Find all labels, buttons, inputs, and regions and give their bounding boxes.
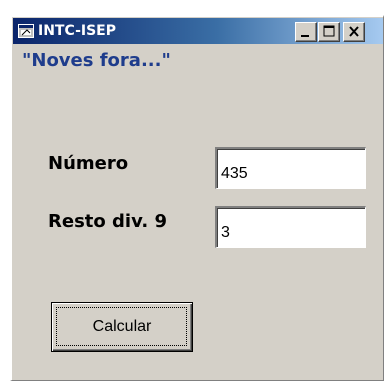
minimize-icon — [301, 35, 309, 37]
close-button[interactable] — [343, 22, 365, 42]
minimize-button[interactable] — [295, 22, 317, 42]
calcular-button-label: Calcular — [92, 318, 152, 335]
calcular-button[interactable]: Calcular — [51, 302, 193, 352]
maximize-icon — [323, 25, 335, 37]
resto-label: Resto div. 9 — [48, 211, 167, 232]
app-window-icon — [18, 24, 34, 38]
numero-input[interactable] — [215, 147, 366, 189]
form-heading: "Noves fora..." — [22, 50, 171, 71]
close-icon — [349, 26, 359, 37]
app-window: INTC-ISEP "Noves fora..." Número Resto d… — [10, 15, 384, 381]
window-title: INTC-ISEP — [38, 23, 116, 39]
numero-label: Número — [48, 153, 129, 174]
resto-input[interactable] — [215, 206, 366, 248]
title-bar[interactable]: INTC-ISEP — [13, 18, 383, 44]
maximize-button[interactable] — [318, 22, 340, 42]
